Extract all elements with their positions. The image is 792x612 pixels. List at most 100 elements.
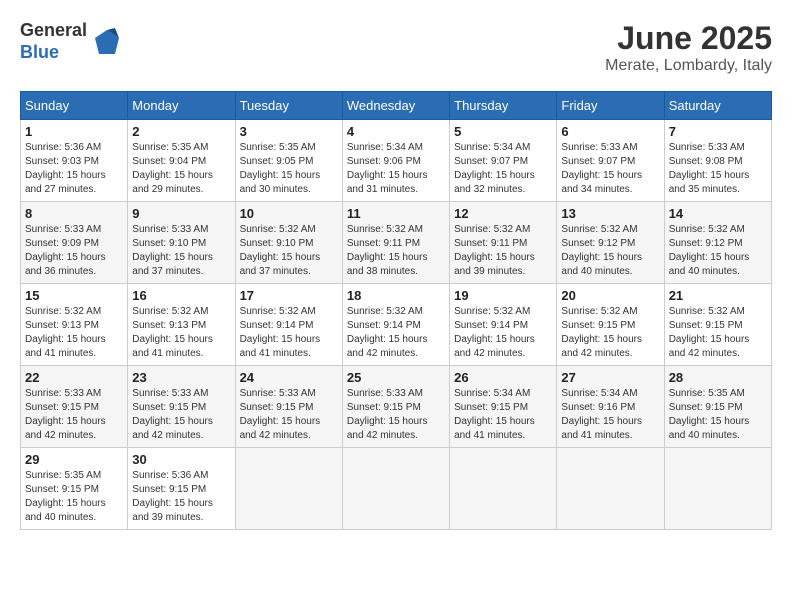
day-info-14: Sunrise: 5:32 AM Sunset: 9:12 PM Dayligh… (669, 223, 767, 279)
day-number-6: 6 (561, 124, 659, 139)
day-cell-18: 18 Sunrise: 5:32 AM Sunset: 9:14 PM Dayl… (342, 284, 449, 366)
day-number-16: 16 (132, 288, 230, 303)
logo-icon (91, 26, 123, 58)
day-cell-23: 23 Sunrise: 5:33 AM Sunset: 9:15 PM Dayl… (128, 366, 235, 448)
day-number-24: 24 (240, 370, 338, 385)
day-cell-13: 13 Sunrise: 5:32 AM Sunset: 9:12 PM Dayl… (557, 202, 664, 284)
empty-cell (235, 448, 342, 530)
day-cell-15: 15 Sunrise: 5:32 AM Sunset: 9:13 PM Dayl… (21, 284, 128, 366)
day-info-7: Sunrise: 5:33 AM Sunset: 9:08 PM Dayligh… (669, 141, 767, 197)
day-number-26: 26 (454, 370, 552, 385)
day-info-12: Sunrise: 5:32 AM Sunset: 9:11 PM Dayligh… (454, 223, 552, 279)
day-number-30: 30 (132, 452, 230, 467)
day-info-26: Sunrise: 5:34 AM Sunset: 9:15 PM Dayligh… (454, 387, 552, 443)
day-cell-4: 4 Sunrise: 5:34 AM Sunset: 9:06 PM Dayli… (342, 120, 449, 202)
day-number-21: 21 (669, 288, 767, 303)
day-number-23: 23 (132, 370, 230, 385)
weekday-header-row: Sunday Monday Tuesday Wednesday Thursday… (21, 92, 772, 120)
day-cell-21: 21 Sunrise: 5:32 AM Sunset: 9:15 PM Dayl… (664, 284, 771, 366)
day-info-13: Sunrise: 5:32 AM Sunset: 9:12 PM Dayligh… (561, 223, 659, 279)
day-info-16: Sunrise: 5:32 AM Sunset: 9:13 PM Dayligh… (132, 305, 230, 361)
logo-general-text: General (20, 20, 87, 40)
day-info-28: Sunrise: 5:35 AM Sunset: 9:15 PM Dayligh… (669, 387, 767, 443)
day-info-9: Sunrise: 5:33 AM Sunset: 9:10 PM Dayligh… (132, 223, 230, 279)
day-info-4: Sunrise: 5:34 AM Sunset: 9:06 PM Dayligh… (347, 141, 445, 197)
day-number-8: 8 (25, 206, 123, 221)
day-info-10: Sunrise: 5:32 AM Sunset: 9:10 PM Dayligh… (240, 223, 338, 279)
day-number-22: 22 (25, 370, 123, 385)
day-info-27: Sunrise: 5:34 AM Sunset: 9:16 PM Dayligh… (561, 387, 659, 443)
day-cell-7: 7 Sunrise: 5:33 AM Sunset: 9:08 PM Dayli… (664, 120, 771, 202)
title-block: June 2025 Merate, Lombardy, Italy (605, 20, 772, 75)
header-wednesday: Wednesday (342, 92, 449, 120)
header-monday: Monday (128, 92, 235, 120)
day-cell-20: 20 Sunrise: 5:32 AM Sunset: 9:15 PM Dayl… (557, 284, 664, 366)
day-info-24: Sunrise: 5:33 AM Sunset: 9:15 PM Dayligh… (240, 387, 338, 443)
day-number-28: 28 (669, 370, 767, 385)
week-row-4: 22 Sunrise: 5:33 AM Sunset: 9:15 PM Dayl… (21, 366, 772, 448)
page-header: General Blue June 2025 Merate, Lombardy,… (20, 20, 772, 75)
day-cell-6: 6 Sunrise: 5:33 AM Sunset: 9:07 PM Dayli… (557, 120, 664, 202)
empty-cell (557, 448, 664, 530)
day-number-9: 9 (132, 206, 230, 221)
day-cell-30: 30 Sunrise: 5:36 AM Sunset: 9:15 PM Dayl… (128, 448, 235, 530)
day-cell-16: 16 Sunrise: 5:32 AM Sunset: 9:13 PM Dayl… (128, 284, 235, 366)
day-number-11: 11 (347, 206, 445, 221)
day-number-15: 15 (25, 288, 123, 303)
day-number-14: 14 (669, 206, 767, 221)
day-cell-26: 26 Sunrise: 5:34 AM Sunset: 9:15 PM Dayl… (450, 366, 557, 448)
day-number-3: 3 (240, 124, 338, 139)
header-tuesday: Tuesday (235, 92, 342, 120)
day-number-18: 18 (347, 288, 445, 303)
day-cell-14: 14 Sunrise: 5:32 AM Sunset: 9:12 PM Dayl… (664, 202, 771, 284)
day-info-25: Sunrise: 5:33 AM Sunset: 9:15 PM Dayligh… (347, 387, 445, 443)
header-saturday: Saturday (664, 92, 771, 120)
empty-cell (664, 448, 771, 530)
day-info-3: Sunrise: 5:35 AM Sunset: 9:05 PM Dayligh… (240, 141, 338, 197)
day-info-19: Sunrise: 5:32 AM Sunset: 9:14 PM Dayligh… (454, 305, 552, 361)
month-title: June 2025 (605, 20, 772, 57)
day-info-6: Sunrise: 5:33 AM Sunset: 9:07 PM Dayligh… (561, 141, 659, 197)
day-cell-5: 5 Sunrise: 5:34 AM Sunset: 9:07 PM Dayli… (450, 120, 557, 202)
day-number-12: 12 (454, 206, 552, 221)
calendar-table: Sunday Monday Tuesday Wednesday Thursday… (20, 91, 772, 530)
day-number-1: 1 (25, 124, 123, 139)
week-row-1: 1 Sunrise: 5:36 AM Sunset: 9:03 PM Dayli… (21, 120, 772, 202)
day-info-22: Sunrise: 5:33 AM Sunset: 9:15 PM Dayligh… (25, 387, 123, 443)
day-info-18: Sunrise: 5:32 AM Sunset: 9:14 PM Dayligh… (347, 305, 445, 361)
day-cell-25: 25 Sunrise: 5:33 AM Sunset: 9:15 PM Dayl… (342, 366, 449, 448)
day-info-23: Sunrise: 5:33 AM Sunset: 9:15 PM Dayligh… (132, 387, 230, 443)
day-number-19: 19 (454, 288, 552, 303)
day-cell-27: 27 Sunrise: 5:34 AM Sunset: 9:16 PM Dayl… (557, 366, 664, 448)
day-cell-24: 24 Sunrise: 5:33 AM Sunset: 9:15 PM Dayl… (235, 366, 342, 448)
day-cell-17: 17 Sunrise: 5:32 AM Sunset: 9:14 PM Dayl… (235, 284, 342, 366)
day-number-17: 17 (240, 288, 338, 303)
day-info-1: Sunrise: 5:36 AM Sunset: 9:03 PM Dayligh… (25, 141, 123, 197)
day-number-20: 20 (561, 288, 659, 303)
day-info-29: Sunrise: 5:35 AM Sunset: 9:15 PM Dayligh… (25, 469, 123, 525)
day-cell-19: 19 Sunrise: 5:32 AM Sunset: 9:14 PM Dayl… (450, 284, 557, 366)
empty-cell (342, 448, 449, 530)
header-friday: Friday (557, 92, 664, 120)
day-cell-3: 3 Sunrise: 5:35 AM Sunset: 9:05 PM Dayli… (235, 120, 342, 202)
day-cell-1: 1 Sunrise: 5:36 AM Sunset: 9:03 PM Dayli… (21, 120, 128, 202)
day-info-17: Sunrise: 5:32 AM Sunset: 9:14 PM Dayligh… (240, 305, 338, 361)
day-info-2: Sunrise: 5:35 AM Sunset: 9:04 PM Dayligh… (132, 141, 230, 197)
day-cell-22: 22 Sunrise: 5:33 AM Sunset: 9:15 PM Dayl… (21, 366, 128, 448)
logo-blue-text: Blue (20, 42, 59, 62)
location-title: Merate, Lombardy, Italy (605, 57, 772, 75)
day-cell-8: 8 Sunrise: 5:33 AM Sunset: 9:09 PM Dayli… (21, 202, 128, 284)
day-number-25: 25 (347, 370, 445, 385)
week-row-2: 8 Sunrise: 5:33 AM Sunset: 9:09 PM Dayli… (21, 202, 772, 284)
day-cell-11: 11 Sunrise: 5:32 AM Sunset: 9:11 PM Dayl… (342, 202, 449, 284)
day-number-29: 29 (25, 452, 123, 467)
day-info-5: Sunrise: 5:34 AM Sunset: 9:07 PM Dayligh… (454, 141, 552, 197)
day-number-7: 7 (669, 124, 767, 139)
day-info-11: Sunrise: 5:32 AM Sunset: 9:11 PM Dayligh… (347, 223, 445, 279)
week-row-5: 29 Sunrise: 5:35 AM Sunset: 9:15 PM Dayl… (21, 448, 772, 530)
day-number-27: 27 (561, 370, 659, 385)
day-cell-2: 2 Sunrise: 5:35 AM Sunset: 9:04 PM Dayli… (128, 120, 235, 202)
day-info-8: Sunrise: 5:33 AM Sunset: 9:09 PM Dayligh… (25, 223, 123, 279)
day-info-15: Sunrise: 5:32 AM Sunset: 9:13 PM Dayligh… (25, 305, 123, 361)
day-number-10: 10 (240, 206, 338, 221)
